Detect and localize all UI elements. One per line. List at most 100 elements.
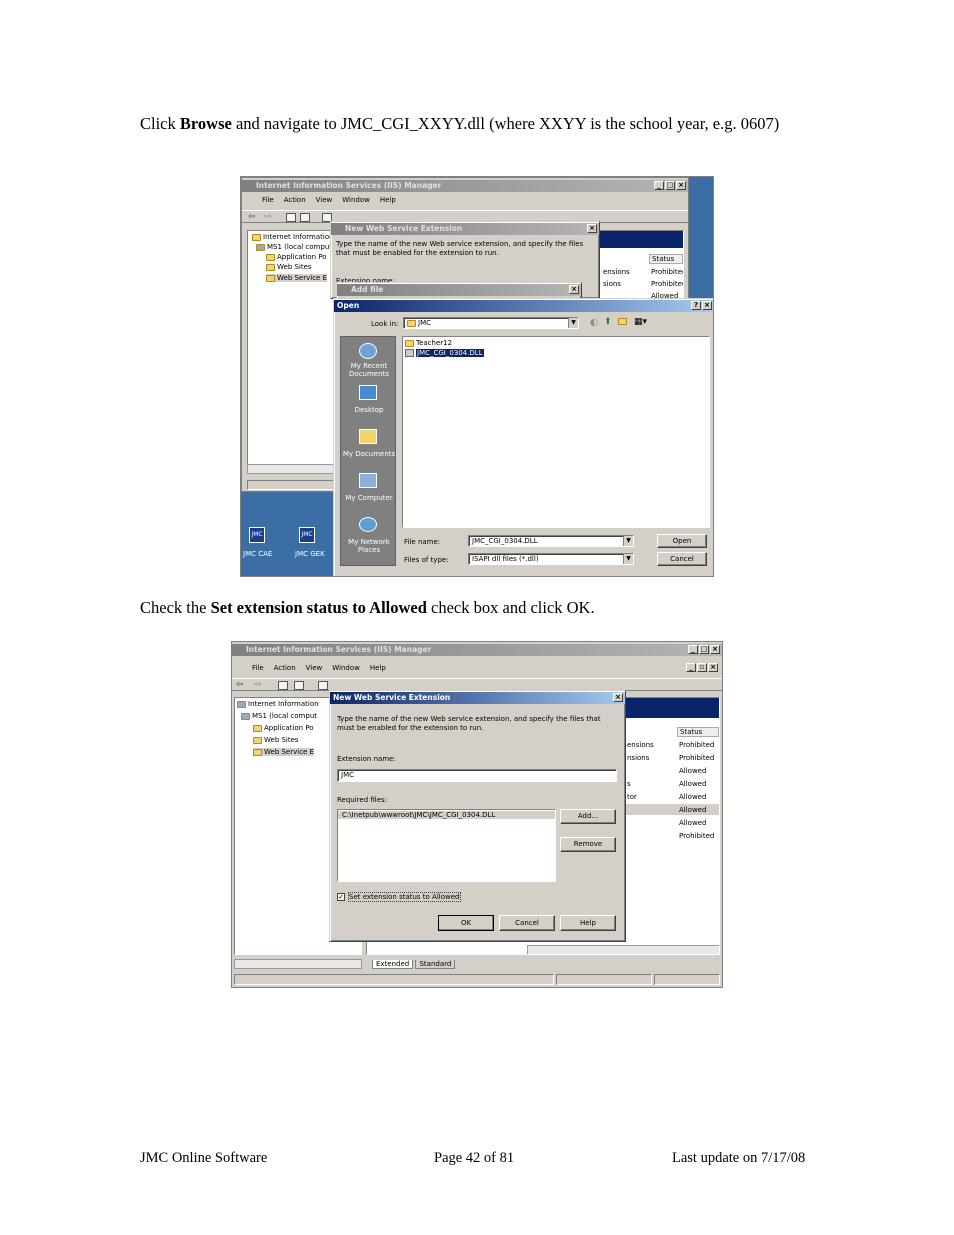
minimize-button[interactable]: _ [688, 645, 698, 654]
refresh-icon[interactable] [318, 681, 328, 690]
ok-button[interactable]: OK [438, 915, 494, 931]
menu-window[interactable]: Window [342, 194, 370, 206]
desktop-icon[interactable] [359, 385, 377, 400]
step2-prefix: Check the [140, 598, 211, 617]
tree-item[interactable]: Application Po [266, 253, 327, 261]
view-menu-icon[interactable]: ▦▾ [634, 317, 647, 327]
tree-item[interactable]: Web Sites [266, 263, 312, 271]
tab-extended[interactable]: Extended [372, 960, 414, 969]
status-header[interactable]: Status [649, 254, 683, 264]
set-allowed-checkbox-label[interactable]: Set extension status to Allowed [348, 892, 461, 902]
tree-scrollbar[interactable] [247, 464, 335, 474]
menu-file[interactable]: File [262, 194, 274, 206]
maximize-button[interactable]: □ [699, 645, 709, 654]
place-my-documents[interactable]: My Documents [341, 450, 397, 458]
up-icon[interactable] [278, 681, 288, 690]
menu-action[interactable]: Action [284, 194, 306, 206]
menu-help[interactable]: Help [370, 662, 386, 674]
remove-button[interactable]: Remove [560, 837, 616, 852]
place-my-computer[interactable]: My Computer [341, 494, 397, 502]
place-recent[interactable]: My Recent Documents [341, 362, 397, 378]
status-header[interactable]: Status [677, 727, 719, 737]
child-restore-button[interactable]: ▫ [697, 663, 707, 672]
menu-view[interactable]: View [306, 662, 323, 674]
tree-scrollbar[interactable] [234, 959, 362, 969]
view-tabs: Extended Standard [372, 960, 456, 969]
menu-view[interactable]: View [316, 194, 333, 206]
screenshot-browse: Internet Information Services (IIS) Mana… [240, 176, 714, 577]
jmc-cae-icon[interactable]: JMC [249, 527, 265, 543]
list-scrollbar[interactable] [527, 945, 719, 954]
list-row-name: s [627, 780, 631, 788]
help-button[interactable]: ? [691, 301, 701, 310]
instruction-step-1: Click Browse and navigate to JMC_CGI_XXY… [140, 113, 820, 134]
cancel-button[interactable]: Cancel [657, 552, 707, 566]
file-list-item[interactable]: Teacher12 [405, 339, 452, 347]
forward-icon[interactable]: ⇨ [264, 213, 274, 222]
recent-documents-icon[interactable] [359, 343, 377, 359]
tree-item[interactable]: MS1 (local comput [241, 712, 317, 720]
place-desktop[interactable]: Desktop [341, 406, 397, 414]
close-button[interactable]: × [676, 181, 686, 190]
jmc-gek-icon[interactable]: JMC [299, 527, 315, 543]
file-type-label: Files of type: [404, 556, 449, 564]
close-button[interactable]: × [569, 285, 579, 294]
list-row-name: nsions [627, 754, 650, 762]
back-icon[interactable]: ⇦ [248, 213, 258, 222]
show-tree-icon[interactable] [294, 681, 304, 690]
add-file-title: Add file [351, 285, 384, 294]
my-computer-icon[interactable] [359, 473, 377, 488]
menu-action[interactable]: Action [274, 662, 296, 674]
tree-item[interactable]: Web Sites [253, 736, 299, 744]
menu-window[interactable]: Window [332, 662, 360, 674]
maximize-button[interactable]: □ [665, 181, 675, 190]
look-in-select[interactable]: JMC ▼ [403, 317, 579, 329]
child-close-button[interactable]: × [708, 663, 718, 672]
tree-item[interactable]: Internet Information [237, 700, 319, 708]
document-page: Click Browse and navigate to JMC_CGI_XXY… [0, 0, 954, 1235]
my-network-places-icon[interactable] [359, 517, 377, 532]
tree-item[interactable]: Internet Information [252, 233, 334, 241]
file-name-input[interactable]: JMC_CGI_0304.DLL ▼ [468, 535, 634, 547]
forward-icon[interactable]: ⇨ [254, 681, 264, 690]
help-button[interactable]: Help [560, 915, 616, 931]
extension-name-input[interactable]: JMC [337, 769, 617, 782]
set-allowed-checkbox[interactable]: ✓ [337, 893, 345, 901]
place-network[interactable]: My Network Places [341, 538, 397, 554]
list-row-name: sions [603, 280, 621, 288]
file-list-item-selected[interactable]: JMC_CGI_0304.DLL [405, 348, 485, 358]
required-file-item[interactable]: C:\Inetpub\wwwroot\JMC\JMC_CGI_0304.DLL [338, 811, 555, 819]
tree-item[interactable]: Application Po [253, 724, 314, 732]
menu-help[interactable]: Help [380, 194, 396, 206]
minimize-button[interactable]: _ [654, 181, 664, 190]
up-folder-icon[interactable]: ⬆ [604, 317, 612, 327]
iis-menubar: File Action View Window Help [232, 662, 722, 674]
cancel-button[interactable]: Cancel [499, 915, 555, 931]
back-icon[interactable]: ⇦ [236, 681, 246, 690]
file-type-select[interactable]: ISAPI dll files (*.dll) ▼ [468, 553, 634, 565]
list-row-status: Prohibited [679, 754, 715, 762]
tree-item-selected[interactable]: Web Service E [253, 748, 315, 756]
show-tree-icon[interactable] [300, 213, 310, 222]
tree-item[interactable]: MS1 (local comput [256, 243, 332, 251]
tree-item-selected[interactable]: Web Service E [266, 274, 328, 282]
open-button[interactable]: Open [657, 534, 707, 548]
close-button[interactable]: × [710, 645, 720, 654]
list-row-status: Prohibited [679, 832, 715, 840]
add-file-titlebar: Add file × [337, 284, 581, 296]
child-minimize-button[interactable]: _ [686, 663, 696, 672]
menu-file[interactable]: File [252, 662, 264, 674]
tab-standard[interactable]: Standard [415, 960, 456, 969]
list-banner [589, 231, 683, 248]
close-button[interactable]: × [587, 224, 597, 233]
back-icon[interactable]: ◐ [590, 318, 598, 328]
new-folder-icon[interactable] [618, 317, 629, 325]
extension-name-label: Extension name: [337, 755, 396, 763]
close-button[interactable]: × [702, 301, 712, 310]
up-icon[interactable] [286, 213, 296, 222]
close-button[interactable]: × [613, 693, 623, 702]
add-button[interactable]: Add... [560, 809, 616, 824]
my-documents-icon[interactable] [359, 429, 377, 444]
required-files-list[interactable]: C:\Inetpub\wwwroot\JMC\JMC_CGI_0304.DLL [337, 809, 556, 882]
list-banner [622, 698, 719, 718]
